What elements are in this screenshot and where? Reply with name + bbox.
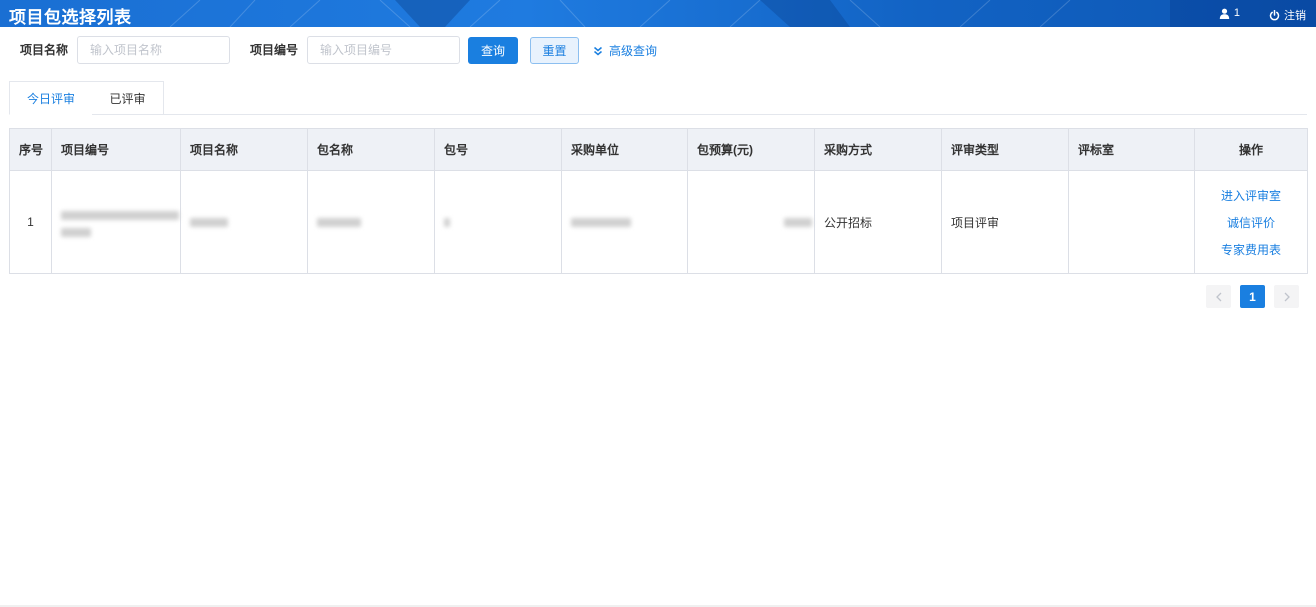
column-header-review-room: 评标室 [1068,128,1195,171]
column-header-package-number: 包号 [434,128,562,171]
top-header-bar: 项目包选择列表 1 注销 [0,0,1316,27]
column-header-review-type: 评审类型 [941,128,1069,171]
column-header-project-name: 项目名称 [180,128,308,171]
pagination: 1 [1206,285,1299,308]
user-icon [1219,8,1230,19]
project-name-label: 项目名称 [20,43,69,57]
cell-review-room [1068,170,1195,274]
table-row: 1 公开招标 项目评审 进入评审室 诚信评价 专家费用表 [9,170,1308,274]
logout-label: 注销 [1284,10,1306,22]
reset-button[interactable]: 重置 [530,37,579,64]
column-header-procurement-method: 采购方式 [814,128,942,171]
column-header-index: 序号 [9,128,52,171]
chevron-left-icon [1215,292,1221,301]
logout-button[interactable]: 注销 [1269,7,1306,23]
redacted-text [61,210,179,220]
search-bar: 项目名称 项目编号 查询 重置 高级查询 [0,36,1316,64]
tab-today-review[interactable]: 今日评审 [9,81,93,115]
review-tabs: 今日评审 已评审 [9,81,1307,115]
chevron-right-icon [1284,292,1290,301]
cell-purchaser [561,170,688,274]
cell-procurement-method: 公开招标 [814,170,942,274]
cell-package-name [307,170,435,274]
table-header: 序号 项目编号 项目名称 包名称 包号 采购单位 包预算(元) 采购方式 评审类… [9,128,1308,171]
cell-index: 1 [9,170,52,274]
cell-actions: 进入评审室 诚信评价 专家费用表 [1194,170,1308,274]
package-table: 序号 项目编号 项目名称 包名称 包号 采购单位 包预算(元) 采购方式 评审类… [9,128,1308,274]
column-header-project-code: 项目编号 [51,128,181,171]
column-header-package-name: 包名称 [307,128,435,171]
redacted-text [317,218,361,228]
column-header-actions: 操作 [1194,128,1308,171]
next-page-button[interactable] [1274,285,1299,308]
expert-fee-table-link[interactable]: 专家费用表 [1221,241,1281,258]
double-chevron-down-icon [594,46,602,55]
enter-review-room-link[interactable]: 进入评审室 [1221,187,1281,204]
redacted-text [571,218,631,228]
user-info[interactable]: 1 [1219,7,1240,19]
header-background-decoration [169,0,1316,27]
prev-page-button[interactable] [1206,285,1231,308]
cell-package-number [434,170,562,274]
page-title: 项目包选择列表 [9,8,132,27]
redacted-text [444,218,450,228]
redacted-text [61,227,91,237]
query-button[interactable]: 查询 [468,37,518,64]
cell-project-code [51,170,181,274]
page-number-button[interactable]: 1 [1240,285,1265,308]
project-code-label: 项目编号 [250,43,299,57]
project-name-input[interactable] [77,36,230,64]
credit-evaluation-link[interactable]: 诚信评价 [1227,214,1275,231]
advanced-search-toggle[interactable]: 高级查询 [593,42,657,59]
column-header-budget: 包预算(元) [687,128,815,171]
cell-project-name [180,170,308,274]
project-code-input[interactable] [307,36,460,64]
user-count: 1 [1233,7,1240,19]
column-header-purchaser: 采购单位 [561,128,688,171]
tab-reviewed[interactable]: 已评审 [92,81,164,115]
cell-review-type: 项目评审 [941,170,1069,274]
redacted-text [190,218,228,228]
power-icon [1269,9,1280,20]
advanced-search-label: 高级查询 [609,44,658,58]
redacted-text [784,218,812,228]
cell-budget [687,170,815,274]
